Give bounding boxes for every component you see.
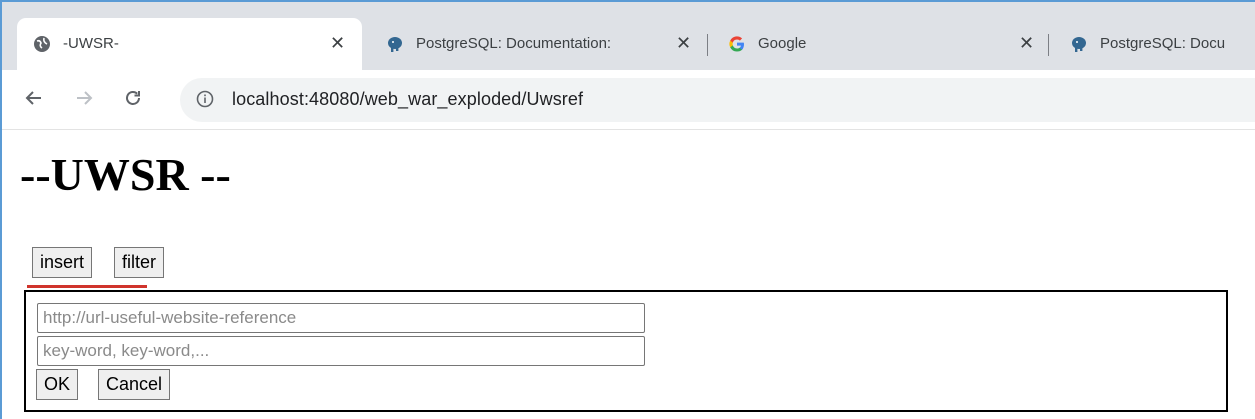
active-mode-underline [27,285,147,288]
reload-icon [126,91,140,105]
filter-button[interactable]: filter [114,247,165,278]
tab-separator [707,34,708,56]
reload-button[interactable] [119,84,147,112]
tab-separator [1048,34,1049,56]
cancel-button[interactable]: Cancel [98,369,171,400]
keywords-input[interactable] [37,336,645,366]
close-icon[interactable]: ✕ [1019,33,1034,53]
tab-google[interactable]: Google ✕ [712,18,1047,70]
arrow-right-icon [77,91,93,105]
postgresql-elephant-icon [386,35,404,53]
globe-icon [33,35,51,53]
back-button[interactable] [20,84,48,112]
tab-uwsr[interactable]: -UWSR- ✕ [17,18,362,70]
forward-button[interactable] [70,84,98,112]
tab-postgresql-docs-2[interactable]: PostgreSQL: Docu [1054,18,1255,70]
google-g-icon [728,35,746,53]
tab-title: PostgreSQL: Docu [1100,35,1226,52]
tab-title: PostgreSQL: Documentation: [416,35,612,52]
tab-title: -UWSR- [63,35,119,52]
arrow-left-icon [25,91,41,105]
address-bar[interactable]: localhost:48080/web_war_exploded/Uwsref [180,78,1255,122]
postgresql-elephant-icon [1070,35,1088,53]
tab-postgresql-docs[interactable]: PostgreSQL: Documentation: ✕ [370,18,700,70]
url-input[interactable] [37,303,645,333]
address-text: localhost:48080/web_war_exploded/Uwsref [232,89,584,109]
ok-button[interactable]: OK [36,369,79,400]
close-icon[interactable]: ✕ [676,33,691,53]
info-icon[interactable] [196,90,214,108]
tab-strip: -UWSR- ✕ PostgreSQL: Documentation: ✕ Go… [2,2,1255,70]
close-icon[interactable]: ✕ [330,33,345,53]
insert-form: OK Cancel [24,290,1228,412]
browser-toolbar: localhost:48080/web_war_exploded/Uwsref [2,70,1255,130]
page-title: --UWSR -- [20,149,231,200]
insert-button[interactable]: insert [32,247,93,278]
tab-title: Google [758,35,807,52]
